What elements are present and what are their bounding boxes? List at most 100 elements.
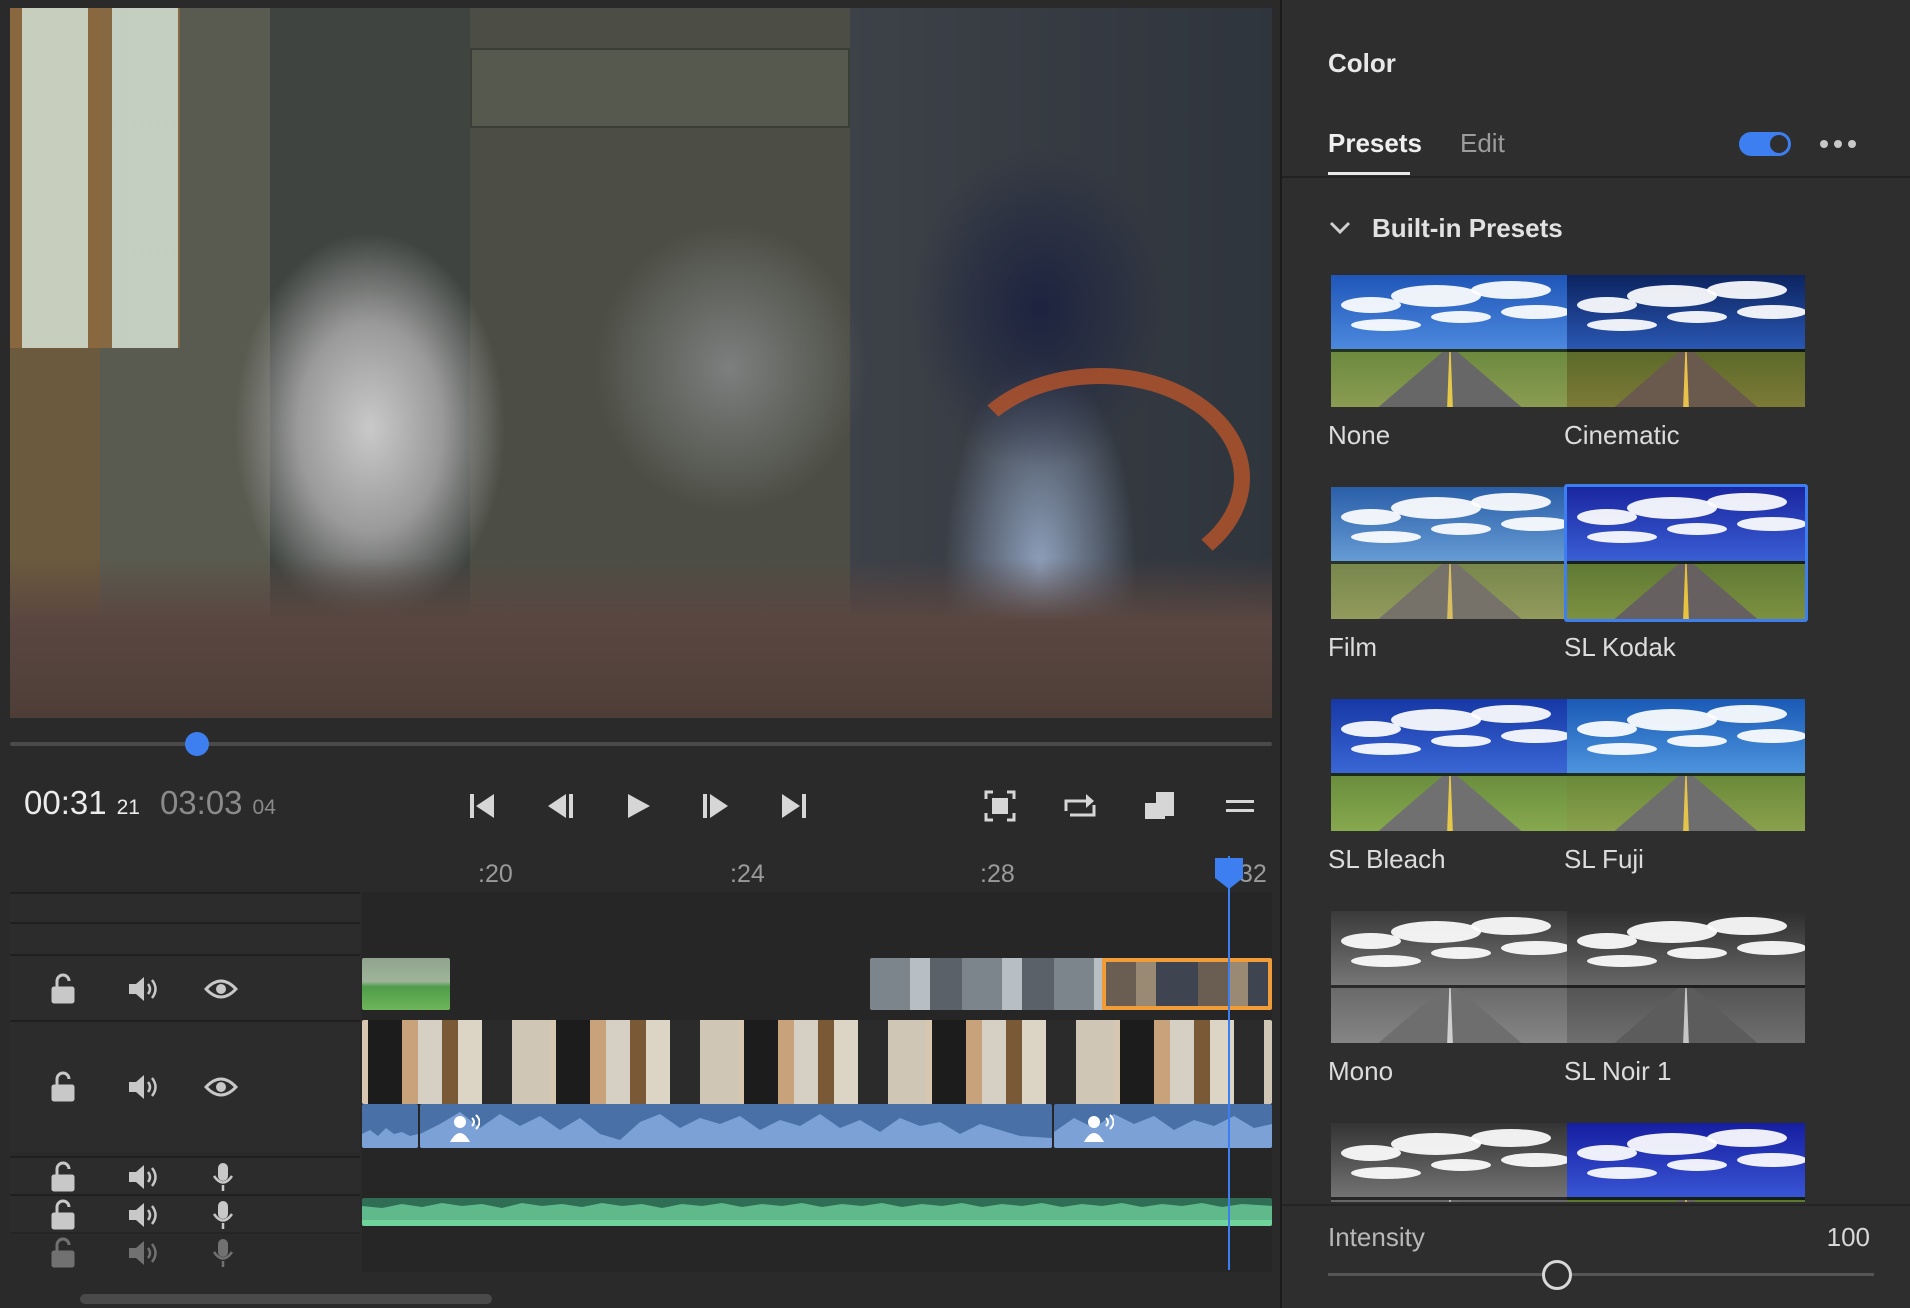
mute-track-button[interactable] — [126, 1198, 160, 1232]
chevron-down-icon — [1329, 221, 1351, 235]
preset-thumbnail — [1328, 484, 1572, 622]
preset-thumbnail — [1564, 1120, 1808, 1202]
intensity-slider-handle[interactable] — [1542, 1260, 1573, 1290]
unlock-icon — [51, 1071, 75, 1102]
step-forward-button[interactable] — [694, 786, 738, 826]
preset-tile[interactable]: None — [1328, 272, 1572, 451]
lock-track-button[interactable] — [46, 1236, 80, 1270]
preset-tile[interactable]: SL Kodak — [1564, 484, 1808, 663]
preset-thumbnail — [1328, 908, 1572, 1046]
toggle-knob — [1770, 135, 1788, 153]
playback-menu-button[interactable] — [1218, 786, 1262, 826]
track-header-audio-1 — [10, 1156, 360, 1194]
safe-margins-button[interactable] — [1138, 786, 1182, 826]
toggle-visibility-button[interactable] — [204, 972, 238, 1006]
thumb-cloud — [1471, 281, 1551, 299]
audio-clip[interactable] — [362, 1104, 418, 1148]
preset-tile[interactable] — [1328, 1120, 1572, 1202]
timeline-horizontal-scrollbar[interactable] — [80, 1294, 492, 1304]
lock-track-button[interactable] — [46, 1070, 80, 1104]
speaker-icon — [129, 1165, 157, 1189]
thumb-cloud — [1501, 305, 1569, 319]
tab-presets[interactable]: Presets — [1328, 128, 1422, 159]
voice-icon — [450, 1114, 480, 1142]
audio-clip[interactable] — [1054, 1104, 1272, 1148]
track-header-audio-3 — [10, 1232, 360, 1272]
preset-thumbnail — [1564, 272, 1808, 410]
video-clip-pipes[interactable] — [870, 958, 1104, 1010]
thumb-cloud — [1587, 743, 1657, 755]
thumb-cloud — [1391, 285, 1481, 307]
more-options-button[interactable] — [1820, 136, 1860, 152]
ruler-tick-label: :20 — [478, 860, 513, 888]
color-enable-toggle[interactable] — [1739, 132, 1791, 156]
mute-track-button[interactable] — [126, 1236, 160, 1270]
playback-scrubber[interactable] — [10, 732, 1272, 756]
preset-label: SL Bleach — [1328, 844, 1446, 874]
program-monitor[interactable] — [10, 8, 1272, 718]
built-in-presets-header[interactable]: Built-in Presets — [1328, 210, 1563, 246]
preset-thumbnail — [1328, 696, 1572, 834]
section-label: Built-in Presets — [1372, 212, 1563, 243]
record-voiceover-button[interactable] — [206, 1198, 240, 1232]
audio-clip[interactable] — [420, 1104, 1052, 1148]
lock-track-button[interactable] — [46, 1198, 80, 1232]
preset-tile[interactable]: Cinematic — [1564, 272, 1808, 451]
thumb-cloud — [1471, 1129, 1551, 1147]
loop-button[interactable] — [1058, 786, 1102, 826]
timeline-ruler[interactable]: :20 :24 :28 :32 — [360, 856, 1272, 892]
preset-tile[interactable]: SL Bleach — [1328, 696, 1572, 875]
skip-to-start-icon — [470, 794, 494, 818]
preset-thumbnail — [1564, 908, 1808, 1046]
thumb-cloud — [1341, 933, 1401, 949]
menu-lines-icon — [1226, 800, 1254, 812]
track-headers — [10, 892, 360, 1272]
video-clip-selected[interactable] — [1102, 958, 1272, 1010]
preset-label: None — [1328, 420, 1391, 450]
preset-tile[interactable]: Film — [1328, 484, 1572, 663]
go-to-end-button[interactable] — [772, 786, 816, 826]
thumb-cloud — [1341, 297, 1401, 313]
scrubber-handle[interactable] — [184, 732, 209, 756]
record-voiceover-button[interactable] — [206, 1236, 240, 1270]
toggle-visibility-button[interactable] — [204, 1070, 238, 1104]
speaker-icon — [129, 1075, 157, 1099]
duration-frames: 04 — [252, 796, 276, 819]
step-back-button[interactable] — [538, 786, 582, 826]
play-button[interactable] — [616, 786, 660, 826]
thumb-cloud — [1351, 743, 1421, 755]
tab-edit[interactable]: Edit — [1460, 128, 1505, 159]
lock-track-button[interactable] — [46, 972, 80, 1006]
record-voiceover-button[interactable] — [206, 1160, 240, 1194]
microphone-icon — [212, 1201, 234, 1229]
track-header-empty — [10, 892, 360, 922]
current-frames: 21 — [116, 796, 140, 819]
active-tab-indicator — [1328, 172, 1410, 175]
music-clip[interactable] — [362, 1198, 1272, 1226]
mute-track-button[interactable] — [126, 1160, 160, 1194]
video-frame-machine-panel — [470, 48, 850, 128]
playhead-line[interactable] — [1228, 856, 1230, 1270]
preset-tile[interactable]: SL Fuji — [1564, 696, 1808, 875]
intensity-slider-track[interactable] — [1328, 1273, 1874, 1276]
preset-thumbnail — [1328, 1120, 1572, 1202]
fit-to-frame-button[interactable] — [978, 786, 1022, 826]
track-header-video-1 — [10, 1020, 360, 1152]
preset-tile[interactable]: Mono — [1328, 908, 1572, 1087]
video-clip-field[interactable] — [362, 958, 450, 1010]
mute-track-button[interactable] — [126, 1070, 160, 1104]
go-to-start-button[interactable] — [460, 786, 504, 826]
playhead-handle[interactable] — [1213, 856, 1245, 890]
video-clip-interview[interactable] — [362, 1020, 1272, 1104]
microphone-icon — [212, 1239, 234, 1267]
tab-divider — [1282, 176, 1910, 178]
preset-tile[interactable] — [1564, 1120, 1808, 1202]
thumb-cloud — [1627, 921, 1717, 943]
thumb-cloud — [1667, 311, 1727, 323]
preset-tile[interactable]: SL Noir 1 — [1564, 908, 1808, 1087]
thumb-cloud — [1391, 709, 1481, 731]
timeline-tracks[interactable] — [362, 892, 1272, 1272]
lock-track-button[interactable] — [46, 1160, 80, 1194]
preset-label: Cinematic — [1564, 420, 1680, 450]
mute-track-button[interactable] — [126, 972, 160, 1006]
